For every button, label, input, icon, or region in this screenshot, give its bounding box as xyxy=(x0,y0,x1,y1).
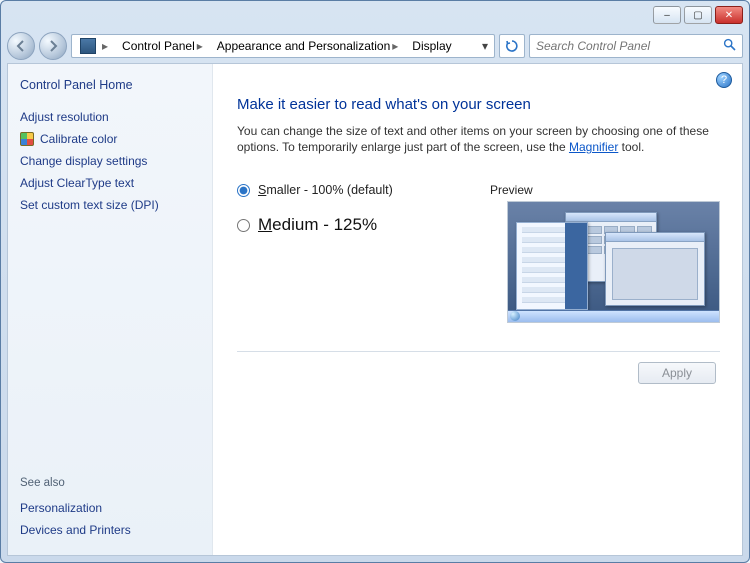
preview-image xyxy=(507,201,720,323)
breadcrumb-item-control-panel[interactable]: Control Panel▸ xyxy=(116,35,211,57)
preview-taskbar-icon xyxy=(508,310,719,322)
close-button[interactable]: ✕ xyxy=(715,6,743,24)
search-icon xyxy=(723,38,736,54)
sidebar-link-calibrate-color[interactable]: Calibrate color xyxy=(20,132,200,146)
shield-icon xyxy=(20,132,34,146)
radio-medium[interactable]: Medium - 125% xyxy=(237,215,470,235)
chevron-right-icon: ▸ xyxy=(390,39,400,53)
navbar: ▸ Control Panel▸ Appearance and Personal… xyxy=(1,29,749,63)
divider xyxy=(237,351,720,352)
breadcrumb[interactable]: ▸ Control Panel▸ Appearance and Personal… xyxy=(71,34,495,58)
sidebar-link-devices-printers[interactable]: Devices and Printers xyxy=(20,523,200,537)
content-pane: ? Make it easier to read what's on your … xyxy=(213,64,742,555)
search-field[interactable] xyxy=(536,39,723,53)
titlebar: – ▢ ✕ xyxy=(1,1,749,29)
help-icon[interactable]: ? xyxy=(716,72,732,88)
chevron-right-icon: ▸ xyxy=(195,39,205,53)
preview-startmenu-icon xyxy=(516,222,588,310)
sidebar-link-personalization[interactable]: Personalization xyxy=(20,501,200,515)
preview-pane: Preview xyxy=(490,183,720,323)
sidebar-link-cleartype[interactable]: Adjust ClearType text xyxy=(20,176,200,190)
radio-smaller-input[interactable] xyxy=(237,184,250,197)
minimize-button[interactable]: – xyxy=(653,6,681,24)
chevron-right-icon: ▸ xyxy=(100,39,110,53)
refresh-button[interactable] xyxy=(499,34,525,58)
sidebar-link-custom-dpi[interactable]: Set custom text size (DPI) xyxy=(20,198,200,212)
sidebar-link-change-display-settings[interactable]: Change display settings xyxy=(20,154,200,168)
see-also-label: See also xyxy=(20,477,200,489)
options-area: Smaller - 100% (default) Medium - 125% P… xyxy=(237,183,720,323)
forward-button[interactable] xyxy=(39,32,67,60)
breadcrumb-root-icon[interactable]: ▸ xyxy=(74,35,116,57)
breadcrumb-dropdown-icon[interactable]: ▾ xyxy=(478,39,492,53)
radio-smaller[interactable]: Smaller - 100% (default) xyxy=(237,183,470,197)
sidebar: Control Panel Home Adjust resolution Cal… xyxy=(8,64,213,555)
magnifier-link[interactable]: Magnifier xyxy=(569,140,618,154)
breadcrumb-item-appearance[interactable]: Appearance and Personalization▸ xyxy=(211,35,407,57)
breadcrumb-item-display[interactable]: Display xyxy=(406,35,457,57)
search-input[interactable] xyxy=(529,34,743,58)
radio-medium-input[interactable] xyxy=(237,219,250,232)
size-options: Smaller - 100% (default) Medium - 125% xyxy=(237,183,470,323)
preview-label: Preview xyxy=(490,183,720,197)
back-button[interactable] xyxy=(7,32,35,60)
apply-button[interactable]: Apply xyxy=(638,362,716,384)
sidebar-link-adjust-resolution[interactable]: Adjust resolution xyxy=(20,110,200,124)
maximize-button[interactable]: ▢ xyxy=(684,6,712,24)
page-title: Make it easier to read what's on your sc… xyxy=(237,96,720,113)
control-panel-home-link[interactable]: Control Panel Home xyxy=(20,78,200,92)
window: – ▢ ✕ ▸ Control Panel▸ Appearance and Pe… xyxy=(0,0,750,563)
body: Control Panel Home Adjust resolution Cal… xyxy=(7,63,743,556)
page-description: You can change the size of text and othe… xyxy=(237,123,720,155)
sidebar-item-label: Calibrate color xyxy=(40,132,117,146)
preview-window-icon xyxy=(605,232,705,306)
